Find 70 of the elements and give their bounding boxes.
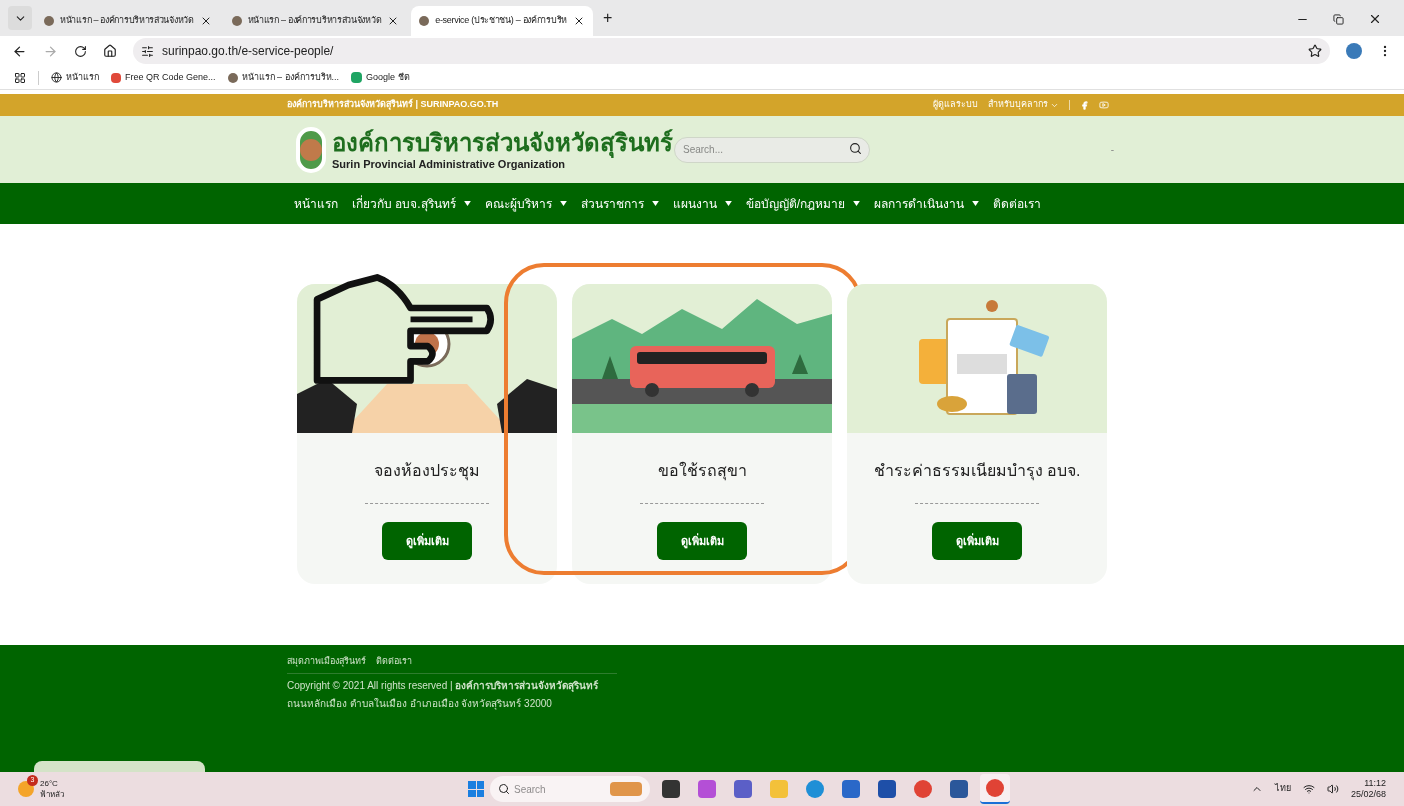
taskbar-app[interactable] bbox=[980, 774, 1010, 804]
caret-icon bbox=[463, 201, 471, 206]
site-favicon bbox=[231, 16, 242, 26]
site-favicon bbox=[419, 16, 430, 26]
caret-icon bbox=[853, 201, 860, 206]
logo-title: องค์การบริหารส่วนจังหวัดสุรินทร์ bbox=[332, 127, 673, 158]
header-dash: - bbox=[1110, 143, 1114, 157]
address-text: ถนนหลักเมือง ตำบลในเมือง อำเภอเมือง จังหวัดสุรินทร์ 32000 bbox=[287, 696, 553, 711]
more-button[interactable]: ดูเพิ่มเติม bbox=[932, 522, 1022, 560]
reload-icon[interactable] bbox=[74, 44, 87, 58]
logo-subtitle: Surin Provincial Administrative Organization bbox=[332, 157, 566, 172]
browser-tab[interactable]: หน้าแรก – องค์การบริหารส่วนจังหวัด bbox=[36, 6, 220, 36]
site-favicon bbox=[44, 16, 54, 26]
nav-item[interactable]: แผนงาน bbox=[672, 194, 732, 213]
browser-tab[interactable]: หน้าแรก – องค์การบริหารส่วนจังหวัด bbox=[223, 6, 408, 36]
search-icon bbox=[498, 782, 510, 795]
start-icon[interactable] bbox=[468, 781, 484, 797]
caret-icon bbox=[559, 201, 567, 206]
bookmark-star-icon[interactable] bbox=[1308, 44, 1322, 58]
footer-link[interactable]: สมุดภาพเมืองสุรินทร์ bbox=[287, 655, 366, 669]
card-title: ชำระค่าธรรมเนียมบำรุง อบจ. bbox=[873, 461, 1081, 483]
nav-item[interactable]: ติดต่อเรา bbox=[993, 194, 1041, 213]
card-title: จองห้องประชุม bbox=[374, 461, 480, 483]
nav-item[interactable]: เกี่ยวกับ อบจ.สุรินทร์ bbox=[352, 194, 471, 213]
home-icon[interactable] bbox=[103, 44, 117, 58]
clock-time: 11:12 bbox=[1364, 777, 1386, 789]
weather-sun-icon[interactable] bbox=[18, 781, 34, 797]
bookmark-item[interactable]: Google ชีต bbox=[351, 70, 410, 85]
bookmark-item[interactable]: หน้าแรก bbox=[51, 70, 99, 85]
caret-icon bbox=[651, 201, 659, 206]
profile-avatar[interactable] bbox=[1346, 43, 1362, 59]
bookmark-item[interactable]: หน้าแรก – องค์การบริห... bbox=[227, 70, 340, 85]
caret-icon bbox=[724, 201, 732, 206]
copyright-text: Copyright © 2021 All rights reserved | องค์การบริหารส่วนจังหวัดสุรินทร์ bbox=[287, 678, 600, 693]
nav-item[interactable]: ผลการดำเนินงาน bbox=[874, 194, 979, 213]
tab-title: หน้าแรก – องค์การบริหารส่วนจังหวัด bbox=[60, 14, 194, 28]
footer-link[interactable]: ติดต่อเรา bbox=[376, 655, 412, 669]
search-icon[interactable] bbox=[849, 142, 862, 156]
site-favicon bbox=[227, 72, 238, 83]
site-settings-icon[interactable] bbox=[141, 44, 154, 58]
tab-title: e-service (ประชาชน) – องค์การบริห bbox=[435, 14, 567, 28]
caret-icon bbox=[972, 201, 979, 206]
url-text: surinpao.go.th/e-service-people/ bbox=[162, 43, 335, 60]
tab-list-button[interactable] bbox=[8, 6, 32, 30]
tab-title: หน้าแรก – องค์การบริหารส่วนจังหวัด bbox=[247, 14, 382, 28]
more-button[interactable]: ดูเพิ่มเติม bbox=[382, 522, 472, 560]
nav-item[interactable]: ข้อบัญญัติ/กฎหมาย bbox=[745, 194, 860, 213]
volume-icon[interactable] bbox=[1326, 783, 1339, 795]
nav-item[interactable]: คณะผู้บริหาร bbox=[484, 194, 567, 213]
weather-condition: ฟ้าหลัว bbox=[40, 790, 64, 799]
emblem-logo bbox=[296, 126, 326, 173]
language-indicator[interactable]: ไทย bbox=[1274, 782, 1291, 796]
close-icon[interactable] bbox=[1368, 12, 1382, 26]
site-title-text: องค์การบริหารส่วนจังหวัดสุรินทร์ | SURINPAO.GO.TH bbox=[287, 98, 500, 112]
new-tab-button[interactable]: + bbox=[596, 6, 619, 30]
nav-item[interactable]: หน้าแรก bbox=[294, 194, 338, 213]
globe-icon bbox=[51, 72, 62, 83]
back-icon[interactable] bbox=[12, 43, 27, 59]
bookmark-item[interactable]: Free QR Code Gene... bbox=[111, 70, 216, 85]
card-title: ขอใช้รถสุขา bbox=[657, 460, 747, 483]
more-button[interactable]: ดูเพิ่มเติม bbox=[657, 522, 747, 560]
restore-icon[interactable] bbox=[1333, 13, 1344, 25]
browser-tab[interactable]: e-service (ประชาชน) – องค์การบริห bbox=[411, 6, 593, 36]
nav-item[interactable]: ส่วนราชการ bbox=[580, 194, 659, 213]
clock-date: 25/02/68 bbox=[1350, 789, 1386, 801]
search-field[interactable]: Search... bbox=[674, 136, 870, 163]
temperature-text: 26°C bbox=[40, 779, 59, 788]
apps-grid-icon[interactable] bbox=[14, 71, 26, 84]
wifi-icon[interactable] bbox=[1302, 783, 1315, 795]
address-bar[interactable]: surinpao.go.th/e-service-people/ bbox=[133, 38, 1330, 64]
